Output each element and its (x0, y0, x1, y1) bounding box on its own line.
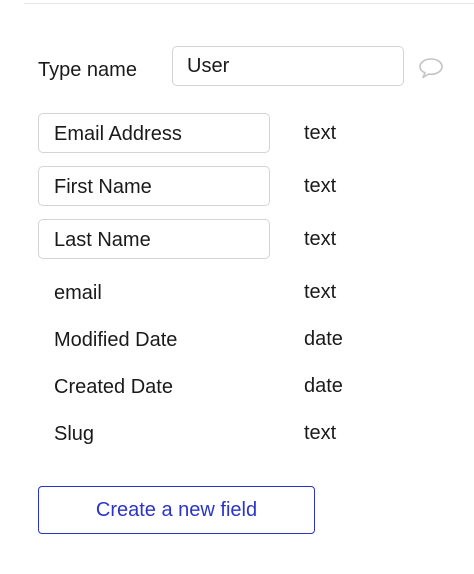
field-row-modified-date: Modified Date date (38, 319, 438, 359)
field-type: text (304, 228, 337, 250)
field-type: date (304, 375, 343, 397)
field-name-label: Modified Date (54, 329, 178, 351)
speech-bubble-icon[interactable] (417, 56, 445, 80)
field-name-input[interactable]: Last Name (38, 219, 270, 259)
field-row-slug: Slug text (38, 413, 438, 453)
field-type: text (304, 175, 337, 197)
type-name-value: User (187, 54, 230, 77)
top-divider (24, 3, 474, 4)
field-type: text (304, 122, 337, 144)
type-name-input[interactable]: User (172, 46, 404, 86)
field-row-email: email text (38, 272, 438, 312)
field-row-created-date: Created Date date (38, 366, 438, 406)
create-new-field-button[interactable]: Create a new field (38, 486, 315, 534)
field-name-label: Slug (54, 423, 95, 445)
field-type: date (304, 328, 343, 350)
field-row-first-name: First Name text (38, 166, 438, 206)
field-name-input[interactable]: First Name (38, 166, 270, 206)
field-row-last-name: Last Name text (38, 219, 438, 259)
field-type: text (304, 281, 337, 303)
field-name-input[interactable]: Email Address (38, 113, 270, 153)
field-name-label: Created Date (54, 376, 173, 398)
field-name-label: email (54, 282, 102, 304)
field-type: text (304, 422, 337, 444)
type-name-label: Type name (38, 59, 137, 81)
field-row-email-address: Email Address text (38, 113, 438, 153)
